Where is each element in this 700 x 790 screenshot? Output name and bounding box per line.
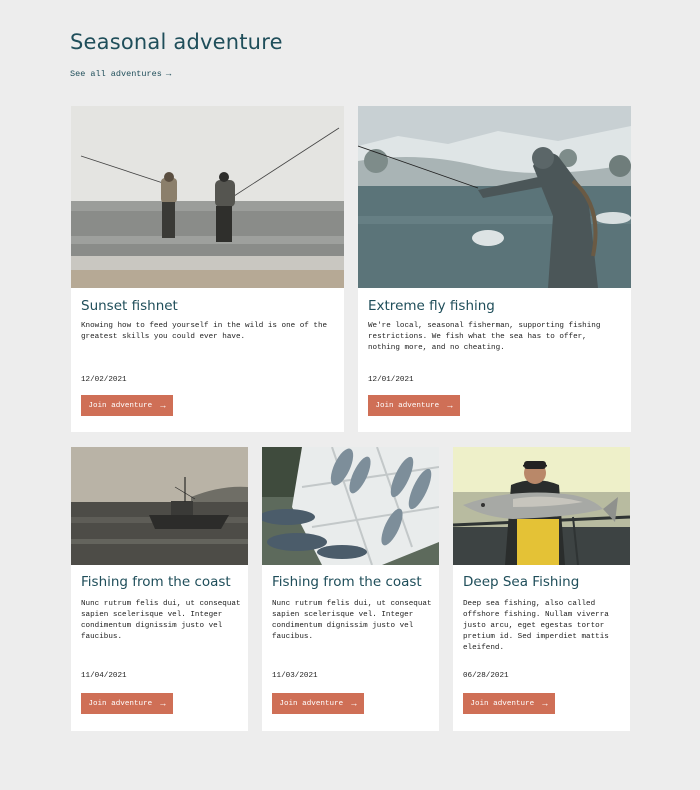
card-title: Deep Sea Fishing bbox=[463, 574, 580, 590]
card-date: 06/28/2021 bbox=[463, 672, 509, 680]
card-date: 12/02/2021 bbox=[81, 376, 127, 384]
join-adventure-button[interactable]: Join adventure → bbox=[272, 693, 364, 714]
card-description: Nunc rutrum felis dui, ut consequat sapi… bbox=[272, 600, 432, 641]
adventure-card: Extreme fly fishing We're local, seasona… bbox=[358, 106, 631, 432]
join-adventure-button[interactable]: Join adventure → bbox=[81, 693, 173, 714]
card-date: 11/03/2021 bbox=[272, 672, 318, 680]
card-date: 12/01/2021 bbox=[368, 376, 414, 384]
button-label: Join adventure bbox=[470, 699, 535, 708]
page-title: Seasonal adventure bbox=[70, 30, 283, 54]
card-description: Nunc rutrum felis dui, ut consequat sapi… bbox=[81, 600, 241, 641]
card-image bbox=[71, 447, 248, 565]
card-title: Fishing from the coast bbox=[81, 574, 231, 590]
arrow-right-icon: → bbox=[542, 698, 548, 709]
card-description: Deep sea fishing, also called offshore f… bbox=[463, 600, 609, 652]
adventure-card: Deep Sea Fishing Deep sea fishing, also … bbox=[453, 447, 630, 731]
join-adventure-button[interactable]: Join adventure → bbox=[81, 395, 173, 416]
card-description: Knowing how to feed yourself in the wild… bbox=[81, 322, 328, 341]
button-label: Join adventure bbox=[279, 699, 344, 708]
arrow-right-icon: → bbox=[160, 400, 166, 411]
join-adventure-button[interactable]: Join adventure → bbox=[368, 395, 460, 416]
adventure-card: Fishing from the coast Nunc rutrum felis… bbox=[71, 447, 248, 731]
button-label: Join adventure bbox=[88, 699, 153, 708]
card-image bbox=[262, 447, 439, 565]
card-title: Sunset fishnet bbox=[81, 298, 178, 314]
arrow-right-icon: → bbox=[447, 400, 453, 411]
button-label: Join adventure bbox=[88, 401, 153, 410]
arrow-right-icon: → bbox=[351, 698, 357, 709]
card-title: Fishing from the coast bbox=[272, 574, 422, 590]
arrow-right-icon: → bbox=[160, 698, 166, 709]
card-image bbox=[358, 106, 631, 288]
card-image bbox=[453, 447, 630, 565]
join-adventure-button[interactable]: Join adventure → bbox=[463, 693, 555, 714]
card-title: Extreme fly fishing bbox=[368, 298, 495, 314]
card-date: 11/04/2021 bbox=[81, 672, 127, 680]
see-all-label: See all adventures bbox=[70, 69, 162, 79]
button-label: Join adventure bbox=[375, 401, 440, 410]
adventure-card: Sunset fishnet Knowing how to feed yours… bbox=[71, 106, 344, 432]
adventure-card: Fishing from the coast Nunc rutrum felis… bbox=[262, 447, 439, 731]
card-description: We're local, seasonal fisherman, support… bbox=[368, 322, 601, 352]
arrow-right-icon: → bbox=[165, 69, 172, 79]
see-all-adventures-link[interactable]: See all adventures → bbox=[70, 69, 171, 79]
card-image bbox=[71, 106, 344, 288]
